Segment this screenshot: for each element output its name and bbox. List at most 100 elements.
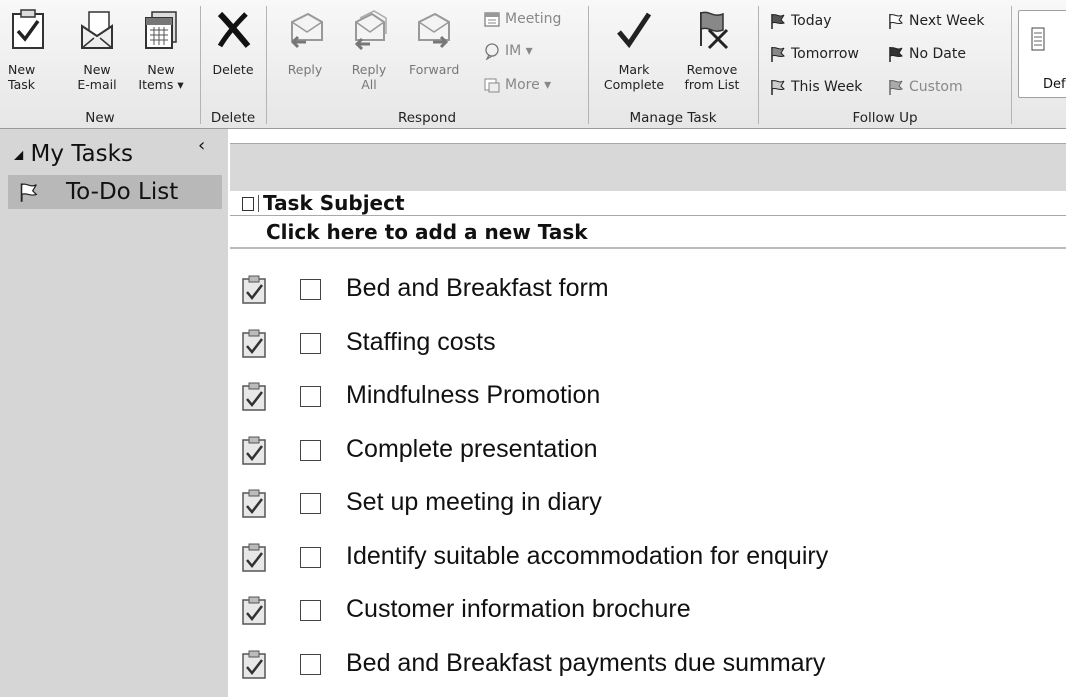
task-title: Bed and Breakfast form [346,274,609,302]
new-group: New Task New E-mail New Items ▾ New [0,0,200,128]
manage-task-group-label: Manage Task [629,110,717,126]
task-complete-checkbox[interactable] [300,493,321,514]
today-button[interactable]: Today [769,12,832,30]
task-title: Set up meeting in diary [346,488,602,516]
more-icon [484,78,500,93]
task-complete-checkbox[interactable] [300,546,321,568]
this-week-label: This Week [791,79,863,95]
follow-up-group-label: Follow Up [852,110,918,126]
forward-label: Forward [409,62,460,77]
to-do-list-label: To-Do List [66,179,179,205]
task-clipboard-icon [242,596,266,625]
task-row[interactable]: Customer information brochure [228,586,1066,640]
default-button[interactable]: Def [1018,10,1066,98]
default-label: Def [1043,77,1066,92]
no-date-label: No Date [909,46,966,62]
task-complete-checkbox[interactable] [300,653,321,675]
sidebar-item-to-do-list[interactable]: To-Do List [8,175,222,209]
flag-icon [771,80,785,95]
checkmark-icon [617,12,652,49]
task-row[interactable]: Staffing costs [228,319,1066,373]
today-label: Today [791,13,832,29]
respond-group: Reply Reply All Forward Meeting IM ▾ Mor… [267,0,587,128]
list-toolbar [230,143,1066,192]
delete-label: Delete [212,62,254,77]
new-items-button[interactable]: New Items ▾ [136,8,186,92]
task-clipboard-icon [242,275,266,304]
task-clipboard-icon [242,650,266,679]
task-complete-checkbox[interactable] [300,439,321,461]
flag-icon [889,80,903,95]
meeting-calendar-icon [484,12,500,27]
task-list-pane: Task Subject Click here to add a new Tas… [228,129,1066,697]
new-task-label: New Task [8,62,36,92]
reply-all-button[interactable]: Reply All [347,8,391,92]
new-task-button[interactable]: New Task [8,8,48,92]
task-title: Mindfulness Promotion [346,381,601,409]
task-row[interactable]: Mindfulness Promotion [228,372,1066,426]
new-task-input[interactable]: Click here to add a new Task [230,217,1066,249]
task-row[interactable]: Set up meeting in diary [228,479,1066,533]
column-header[interactable]: Task Subject [230,191,1066,216]
task-complete-checkbox[interactable] [300,332,321,354]
more-button[interactable]: More ▾ [483,76,551,94]
remove-from-list-button[interactable]: Remove from List [675,8,749,92]
minimize-pane-button[interactable]: ‹ [198,135,205,156]
task-title: Bed and Breakfast payments due summary [346,648,826,677]
next-week-label: Next Week [909,13,985,29]
forward-envelope-icon [418,12,450,49]
tomorrow-label: Tomorrow [791,46,859,62]
reply-button[interactable]: Reply [285,8,325,77]
meeting-button[interactable]: Meeting [483,10,561,28]
my-tasks-header[interactable]: ◢ My Tasks [14,141,133,167]
next-week-button[interactable]: Next Week [887,12,984,30]
meeting-label: Meeting [505,11,562,27]
task-clipboard-icon [242,329,266,358]
task-row[interactable]: Bed and Breakfast payments due summary [228,640,1066,694]
task-subject-header: Task Subject [263,191,405,215]
task-clipboard-icon [242,543,266,572]
im-icon [485,43,499,60]
document-icon [242,197,254,211]
mark-complete-button[interactable]: Mark Complete [599,8,669,92]
task-title: Staffing costs [346,327,496,356]
no-date-button[interactable]: No Date [887,45,966,63]
task-complete-checkbox[interactable] [300,600,321,621]
my-tasks-label: My Tasks [30,141,133,167]
tomorrow-button[interactable]: Tomorrow [769,45,859,63]
task-title: Identify suitable accommodation for enqu… [346,541,829,570]
new-email-label: New E-mail [77,62,117,92]
calendar-stack-icon [145,11,177,49]
im-button[interactable]: IM ▾ [483,42,533,60]
task-row[interactable]: Identify suitable accommodation for enqu… [228,533,1066,587]
document-lines-icon [1031,27,1045,51]
reply-all-envelope-icon [354,10,387,50]
delete-button[interactable]: Delete [211,8,255,77]
task-complete-checkbox[interactable] [300,386,321,407]
group-divider [1011,6,1012,124]
custom-button[interactable]: Custom [887,78,963,96]
this-week-button[interactable]: This Week [769,78,862,96]
navigation-pane: ◢ My Tasks ‹ To-Do List [0,129,228,697]
task-row[interactable]: Complete presentation [228,426,1066,480]
respond-group-label: Respond [397,110,457,126]
flag-icon [771,47,785,62]
im-label: IM ▾ [505,43,533,59]
follow-up-group: Today Next Week Tomorrow No Date This We… [759,0,1011,128]
task-clipboard-icon [242,382,266,411]
forward-button[interactable]: Forward [409,8,459,77]
task-row[interactable]: Bed and Breakfast form [228,265,1066,319]
flag-icon [889,14,903,29]
flag-icon [20,183,38,202]
ribbon: New Task New E-mail New Items ▾ New Dele… [0,0,1066,129]
task-title: Complete presentation [346,434,598,463]
manage-task-group: Mark Complete Remove from List Manage Ta… [589,0,757,128]
flag-x-icon [700,11,729,50]
new-email-button[interactable]: New E-mail [74,8,120,92]
remove-from-list-label: Remove from List [684,62,740,92]
column-divider [258,195,259,212]
collapse-triangle-icon: ◢ [14,147,24,162]
task-clipboard-icon [242,489,266,518]
task-complete-checkbox[interactable] [300,279,321,300]
custom-label: Custom [909,79,963,95]
